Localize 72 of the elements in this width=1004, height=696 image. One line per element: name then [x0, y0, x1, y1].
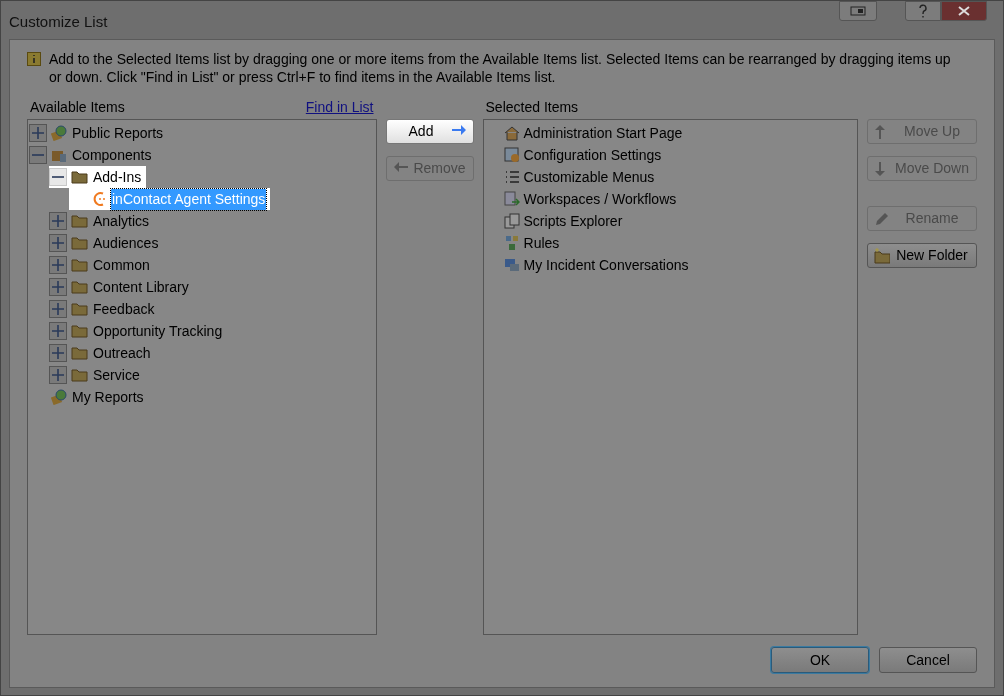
tree-item[interactable]: Feedback — [92, 298, 156, 320]
tree-item[interactable]: Audiences — [92, 232, 160, 254]
plus-icon — [51, 236, 65, 250]
plus-icon — [51, 280, 65, 294]
pencil-icon — [874, 210, 890, 227]
tree-item[interactable]: Public Reports — [71, 122, 165, 144]
info-icon — [27, 52, 41, 66]
folder-icon — [71, 236, 88, 250]
tree-item[interactable]: Content Library — [92, 276, 190, 298]
list-item[interactable]: My Incident Conversations — [523, 254, 689, 276]
info-text: Add to the Selected Items list by dragging one or more items from the Available Items list. Selected Items can be rearranged by dragging items up or down. Click "Find in List" or press Ctrl+F to find items in the Available Items list. — [49, 50, 952, 86]
list-item[interactable]: Administration Start Page — [523, 122, 683, 144]
window-mode-button[interactable] — [839, 1, 877, 21]
tree-item[interactable]: Components — [71, 144, 153, 166]
panel-label: Available Items — [30, 98, 125, 117]
plus-icon — [31, 126, 45, 140]
expand-toggle[interactable] — [49, 366, 67, 384]
folder-icon — [71, 368, 88, 382]
expand-toggle[interactable] — [49, 234, 67, 252]
plus-icon — [51, 324, 65, 338]
plus-icon — [51, 258, 65, 272]
tree-item[interactable]: inContact Agent Settings — [111, 188, 267, 210]
dialog-button[interactable]: New Folder — [867, 243, 977, 268]
list-item[interactable]: Customizable Menus — [523, 166, 655, 188]
list-item[interactable]: Rules — [523, 232, 560, 254]
expand-toggle[interactable] — [49, 212, 67, 230]
tree-item[interactable]: My Reports — [71, 386, 145, 408]
window-icon — [850, 5, 866, 17]
new-folder-icon — [874, 247, 890, 264]
folder-icon — [71, 170, 88, 184]
plus-icon — [51, 302, 65, 316]
expand-toggle[interactable] — [49, 344, 67, 362]
folder-icon — [71, 258, 88, 272]
help-icon — [918, 4, 928, 18]
folder-icon — [71, 214, 88, 228]
dialog-button[interactable]: Cancel — [879, 647, 977, 673]
window-gear-icon — [503, 147, 520, 163]
folder-icon — [71, 302, 88, 316]
folder-icon — [71, 280, 88, 294]
panel-label: Selected Items — [485, 98, 579, 117]
collapse-toggle[interactable] — [29, 146, 47, 164]
folder-icon — [71, 346, 88, 360]
list-item[interactable]: Configuration Settings — [523, 144, 662, 166]
folder-icon — [71, 324, 88, 338]
documents-icon — [503, 213, 520, 229]
tree-item[interactable]: Analytics — [92, 210, 151, 232]
plus-icon — [51, 368, 65, 382]
list-icon — [503, 169, 520, 185]
expand-toggle[interactable] — [49, 278, 67, 296]
tree-item[interactable]: Service — [92, 364, 141, 386]
dialog-button[interactable]: OK — [771, 647, 869, 673]
expand-toggle[interactable] — [49, 322, 67, 340]
expand-toggle[interactable] — [49, 300, 67, 318]
blocks-icon — [503, 235, 520, 251]
list-item[interactable]: Workspaces / Workflows — [523, 188, 677, 210]
dialog-button[interactable]: Add — [385, 119, 474, 144]
speech-bubbles-icon — [503, 257, 520, 273]
expand-toggle[interactable] — [49, 256, 67, 274]
window-title: Customize List — [9, 12, 108, 32]
plugin-icon — [91, 191, 107, 207]
house-icon — [503, 125, 520, 141]
tree-item[interactable]: Common — [92, 254, 151, 276]
close-button[interactable] — [941, 1, 987, 21]
window-arrow-icon — [503, 191, 520, 207]
list-item[interactable]: Scripts Explorer — [523, 210, 623, 232]
find-link[interactable]: Find in List — [305, 97, 374, 118]
plus-icon — [51, 214, 65, 228]
close-icon — [958, 6, 970, 16]
plus-icon — [51, 346, 65, 360]
tree-item[interactable]: Outreach — [92, 342, 152, 364]
tree-item[interactable]: Opportunity Tracking — [92, 320, 224, 342]
expand-toggle[interactable] — [29, 124, 47, 142]
